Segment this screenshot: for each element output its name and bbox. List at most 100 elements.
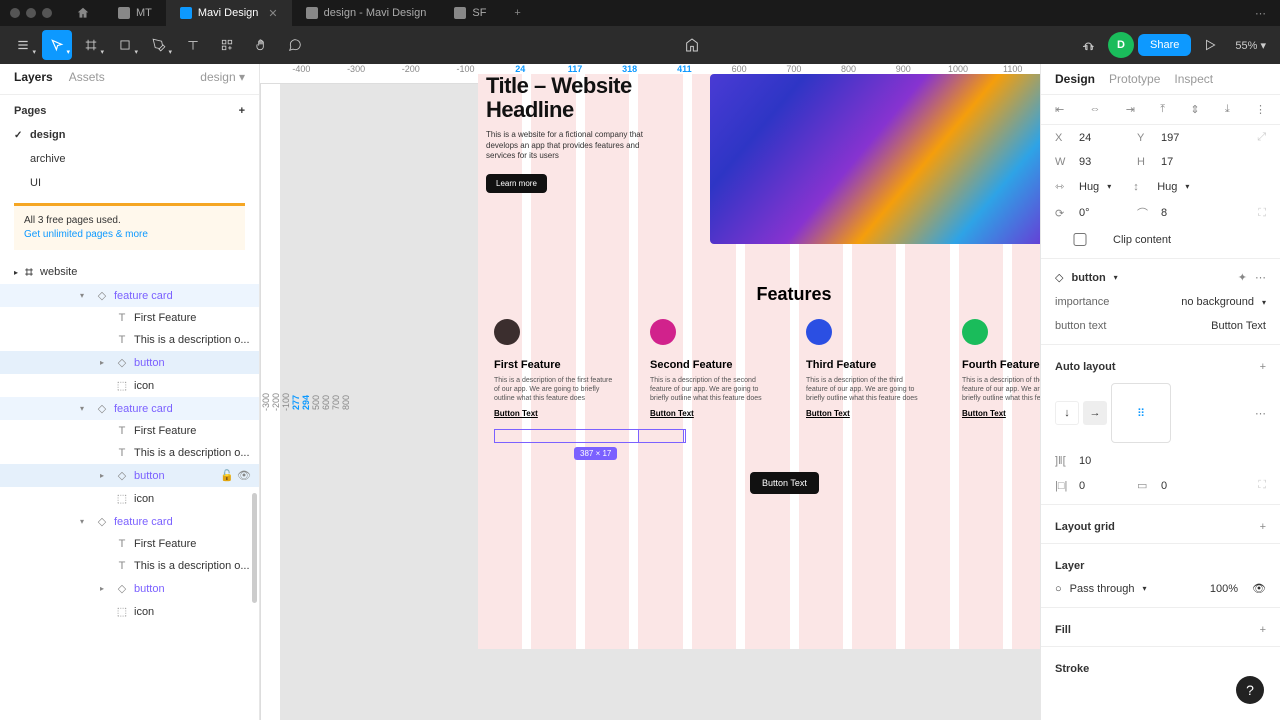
feature-button[interactable]: Button Text xyxy=(494,409,538,418)
page-selector[interactable]: design ▾ xyxy=(200,70,245,84)
avatar[interactable]: D xyxy=(1108,32,1134,58)
al-horizontal[interactable]: → xyxy=(1083,401,1107,425)
layer-row[interactable]: TFirst Feature xyxy=(0,533,259,555)
move-tool[interactable]: ▾ xyxy=(42,30,72,60)
resize-h[interactable]: Hug xyxy=(1157,181,1177,193)
prototype-tab[interactable]: Prototype xyxy=(1109,72,1160,86)
clip-checkbox[interactable] xyxy=(1055,233,1105,246)
fill-add[interactable]: + xyxy=(1260,624,1266,636)
eye-icon: 👁 xyxy=(237,469,251,482)
layer-row[interactable]: TThis is a description o... xyxy=(0,555,259,577)
constrain-icon[interactable]: ⤢ xyxy=(1257,131,1266,144)
al-gap-input[interactable] xyxy=(1079,455,1129,467)
text-tool[interactable] xyxy=(178,30,208,60)
feature-button[interactable]: Button Text xyxy=(650,409,694,418)
w-input[interactable] xyxy=(1079,156,1129,168)
frame-header[interactable]: ▸ website xyxy=(0,260,259,284)
layer-tree[interactable]: ▾◇feature cardTFirst FeatureTThis is a d… xyxy=(0,284,259,720)
layer-row[interactable]: ⬚icon xyxy=(0,600,259,623)
shape-tool[interactable]: ▾ xyxy=(110,30,140,60)
layer-row[interactable]: TFirst Feature xyxy=(0,420,259,442)
layers-tab[interactable]: Layers xyxy=(14,70,53,84)
frame-tool[interactable]: ▾ xyxy=(76,30,106,60)
file-tab[interactable]: MT xyxy=(104,0,166,26)
al-alignment-box[interactable]: ⠿ xyxy=(1111,383,1171,443)
home-tab[interactable] xyxy=(62,0,104,26)
resize-w[interactable]: Hug xyxy=(1079,181,1099,193)
comment-tool[interactable] xyxy=(280,30,310,60)
instance-name[interactable]: button xyxy=(1071,272,1105,284)
upgrade-link[interactable]: Get unlimited pages & more xyxy=(24,229,148,240)
overflow-icon[interactable]: ⋯ xyxy=(1241,7,1280,20)
opacity-value[interactable]: 100% xyxy=(1210,583,1238,595)
zoom-level[interactable]: 55% ▾ xyxy=(1229,39,1272,52)
blend-mode[interactable]: Pass through xyxy=(1070,583,1135,595)
feature-title: Second Feature xyxy=(650,359,770,371)
add-page-button[interactable]: + xyxy=(239,105,245,117)
hero-cta-button[interactable]: Learn more xyxy=(486,174,547,193)
file-tab[interactable]: Mavi Design✕ xyxy=(166,0,292,26)
pen-tool[interactable]: ▾ xyxy=(144,30,174,60)
align-top-icon: ⤒ xyxy=(1160,103,1165,116)
ruler-vertical: -300-200-100277294500600700800 xyxy=(260,84,280,720)
layer-row[interactable]: ⬚icon xyxy=(0,487,259,510)
align-controls[interactable]: ⇤⇔⇥⤒⇕⤓⋮ xyxy=(1041,95,1280,125)
canvas[interactable]: -400-300-200-100241173184116007008009001… xyxy=(260,64,1040,720)
resources-tool[interactable] xyxy=(212,30,242,60)
window-controls[interactable] xyxy=(0,8,62,18)
layer-row[interactable]: ▸◇button xyxy=(0,351,259,374)
layer-row[interactable]: ▾◇feature card xyxy=(0,397,259,420)
x-input[interactable] xyxy=(1079,132,1129,144)
importance-value[interactable]: no background xyxy=(1181,296,1254,308)
audio-icon[interactable] xyxy=(1074,30,1104,60)
layer-row[interactable]: ▾◇feature card xyxy=(0,510,259,533)
present-button[interactable] xyxy=(1195,30,1225,60)
al-padv-input[interactable] xyxy=(1161,480,1211,492)
layer-row[interactable]: ▾◇feature card xyxy=(0,284,259,307)
al-vertical[interactable]: ↓ xyxy=(1055,401,1079,425)
frame-icon xyxy=(24,267,34,277)
visibility-icon[interactable]: 👁 xyxy=(1252,582,1266,595)
blend-icon: ○ xyxy=(1055,583,1062,595)
al-menu-icon[interactable]: ⋯ xyxy=(1255,407,1266,420)
help-button[interactable]: ? xyxy=(1236,676,1264,704)
hand-tool[interactable] xyxy=(246,30,276,60)
page-item[interactable]: UI xyxy=(0,171,259,195)
page-item[interactable]: archive xyxy=(0,147,259,171)
new-tab-button[interactable]: + xyxy=(500,7,534,19)
rotation-input[interactable] xyxy=(1079,207,1129,219)
h-input[interactable] xyxy=(1161,156,1211,168)
layer-row[interactable]: ⬚icon xyxy=(0,374,259,397)
layer-row[interactable]: ▸◇button xyxy=(0,577,259,600)
file-tab[interactable]: design - Mavi Design xyxy=(292,0,441,26)
y-input[interactable] xyxy=(1161,132,1211,144)
corners-icon[interactable]: ⛶ xyxy=(1258,207,1266,220)
section-button[interactable]: Button Text xyxy=(750,472,819,494)
page-item[interactable]: design xyxy=(0,123,259,147)
feature-button[interactable]: Button Text xyxy=(962,409,1006,418)
instance-menu-icon[interactable]: ⋯ xyxy=(1255,271,1266,284)
inspect-tab[interactable]: Inspect xyxy=(1174,72,1213,86)
file-tab[interactable]: SF xyxy=(440,0,500,26)
close-icon[interactable]: ✕ xyxy=(268,7,277,20)
autolayout-add[interactable]: + xyxy=(1260,361,1266,373)
feature-button[interactable]: Button Text xyxy=(806,409,850,418)
instance-swap-icon[interactable]: ✦ xyxy=(1238,271,1247,284)
main-menu-button[interactable]: ▾ xyxy=(8,30,38,60)
button-text-value[interactable]: Button Text xyxy=(1211,320,1266,332)
assets-tab[interactable]: Assets xyxy=(69,70,105,84)
layer-row[interactable]: TThis is a description o... xyxy=(0,329,259,351)
clip-label: Clip content xyxy=(1113,234,1171,246)
back-to-files-icon[interactable] xyxy=(677,30,707,60)
layer-row[interactable]: TFirst Feature xyxy=(0,307,259,329)
al-pad-expand-icon[interactable]: ⛶ xyxy=(1258,479,1266,492)
home-icon xyxy=(76,6,90,20)
layer-row[interactable]: ▸◇button🔓👁 xyxy=(0,464,259,487)
feature-title: Fourth Feature xyxy=(962,359,1040,371)
share-button[interactable]: Share xyxy=(1138,34,1191,56)
grid-add[interactable]: + xyxy=(1260,521,1266,533)
design-tab[interactable]: Design xyxy=(1055,72,1095,86)
al-padh-input[interactable] xyxy=(1079,480,1129,492)
radius-input[interactable] xyxy=(1161,207,1211,219)
layer-row[interactable]: TThis is a description o... xyxy=(0,442,259,464)
